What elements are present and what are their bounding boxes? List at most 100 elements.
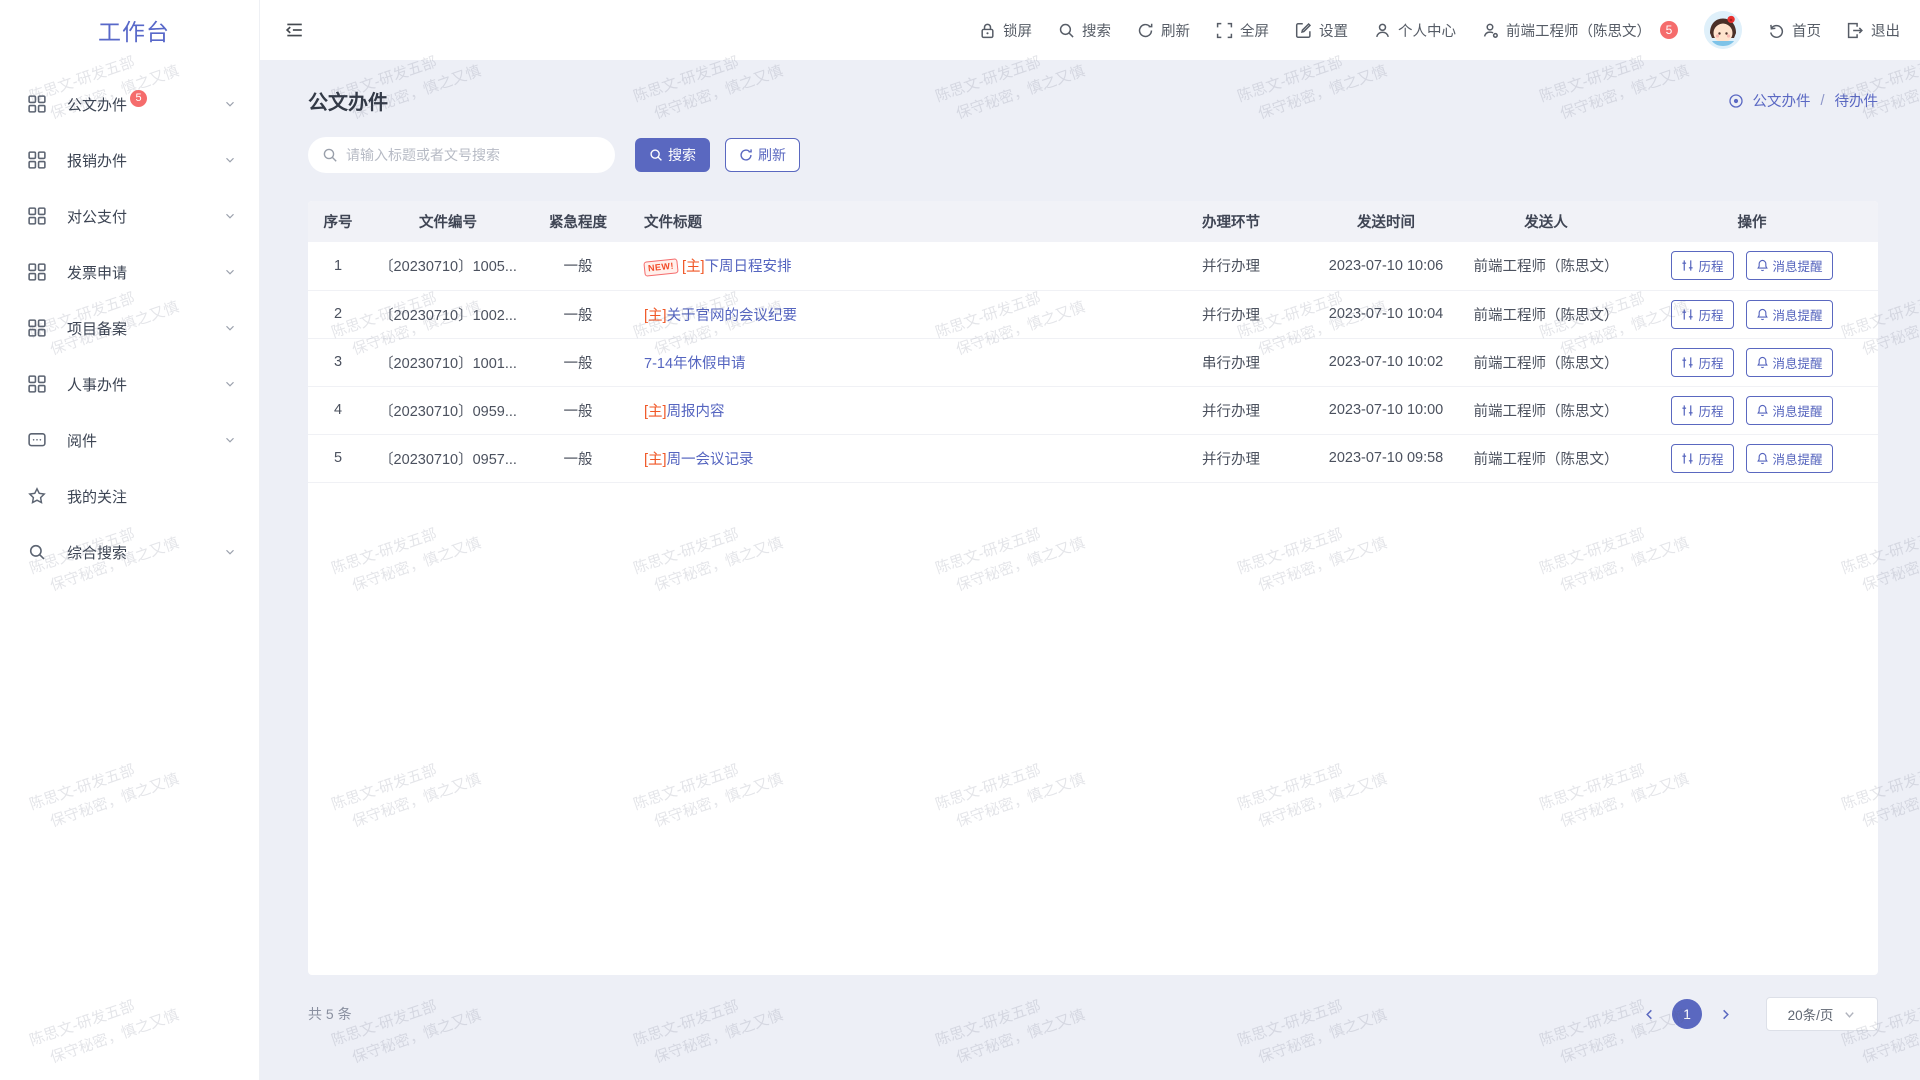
notify-label: 消息提醒 (1773, 305, 1823, 324)
total-count: 共 5 条 (308, 1004, 352, 1024)
fullscreen-button[interactable]: 全屏 (1216, 20, 1269, 41)
sidebar-item-label: 阅件 (67, 430, 97, 451)
search-icon (28, 543, 46, 561)
grid-icon (28, 151, 46, 169)
sidebar-item-yuejian[interactable]: 阅件 (0, 412, 259, 468)
doc-title-text: 下周日程安排 (705, 259, 792, 275)
grid-icon (28, 95, 46, 113)
notify-button[interactable]: 消息提醒 (1746, 348, 1833, 377)
notify-button[interactable]: 消息提醒 (1746, 300, 1833, 329)
doc-title-link[interactable]: 7-14年休假申请 (644, 356, 746, 372)
table-row: 5 〔20230710〕0957... 一般 [主]周一会议记录 并行办理 20… (308, 434, 1878, 482)
user-icon (1374, 22, 1391, 39)
lock-screen-button[interactable]: 锁屏 (979, 20, 1032, 41)
bell-icon (1756, 259, 1769, 272)
cell-sender: 前端工程师（陈思文） (1466, 290, 1626, 338)
doc-title-link[interactable]: [主]周一会议记录 (644, 452, 754, 468)
history-button[interactable]: 历程 (1671, 300, 1733, 329)
prev-page-button[interactable] (1636, 1001, 1662, 1027)
search-button[interactable]: 搜索 (635, 138, 710, 172)
new-badge: NEW! (643, 259, 678, 277)
chevron-down-icon (223, 545, 237, 559)
search-icon (1058, 22, 1075, 39)
sidebar-item-xiangmu[interactable]: 项目备案 (0, 300, 259, 356)
search-button-label: 搜索 (668, 145, 696, 165)
doc-title-text: 周报内容 (667, 404, 725, 420)
search-input[interactable] (308, 137, 615, 173)
settings-button[interactable]: 设置 (1295, 20, 1348, 41)
search-button-topbar[interactable]: 搜索 (1058, 20, 1111, 41)
sidebar-item-label: 人事办件 (67, 374, 127, 395)
doc-tag: [主] (682, 259, 705, 275)
next-page-button[interactable] (1712, 1001, 1738, 1027)
fullscreen-icon (1216, 22, 1233, 39)
doc-title-text: 周一会议记录 (667, 452, 754, 468)
cell-time: 2023-07-10 10:00 (1306, 386, 1466, 434)
sidebar-item-duigong[interactable]: 对公支付 (0, 188, 259, 244)
sidebar: 工作台 公文办件 5 报销办件 对公支付 发票申请 (0, 0, 260, 1080)
doc-title-link[interactable]: NEW![主]下周日程安排 (644, 259, 792, 275)
cell-urgency: 一般 (528, 386, 628, 434)
cell-sender: 前端工程师（陈思文） (1466, 434, 1626, 482)
sidebar-item-label: 项目备案 (67, 318, 127, 339)
comment-icon (28, 431, 46, 449)
back-home-icon (1768, 22, 1785, 39)
lock-icon (979, 22, 996, 39)
settings-icon (1295, 22, 1312, 39)
history-button[interactable]: 历程 (1671, 251, 1733, 280)
home-label: 首页 (1792, 20, 1821, 41)
cell-step: 并行办理 (1156, 386, 1306, 434)
doc-title-text: 关于官网的会议纪要 (667, 308, 798, 324)
notify-button[interactable]: 消息提醒 (1746, 251, 1833, 280)
sidebar-item-label: 报销办件 (67, 150, 127, 171)
refresh-button-topbar[interactable]: 刷新 (1137, 20, 1190, 41)
cell-index: 3 (308, 338, 368, 386)
table-row: 1 〔20230710〕1005... 一般 NEW![主]下周日程安排 并行办… (308, 242, 1878, 290)
sidebar-item-guanzhu[interactable]: 我的关注 (0, 468, 259, 524)
cell-index: 2 (308, 290, 368, 338)
chevron-down-icon (223, 433, 237, 447)
col-title: 文件标题 (628, 201, 1156, 242)
sidebar-item-gongwen[interactable]: 公文办件 5 (0, 76, 259, 132)
bell-icon (1756, 452, 1769, 465)
search-icon (322, 147, 338, 163)
refresh-button[interactable]: 刷新 (725, 138, 800, 172)
doc-tag: [主] (644, 452, 667, 468)
chevron-down-icon (1843, 1008, 1856, 1021)
cell-time: 2023-07-10 10:04 (1306, 290, 1466, 338)
sidebar-item-label: 公文办件 (67, 94, 127, 115)
sidebar-item-sousuo[interactable]: 综合搜索 (0, 524, 259, 580)
logout-icon (1847, 22, 1864, 39)
col-index: 序号 (308, 201, 368, 242)
fullscreen-label: 全屏 (1240, 20, 1269, 41)
cell-step: 并行办理 (1156, 242, 1306, 290)
cell-step: 并行办理 (1156, 290, 1306, 338)
sidebar-item-fapiao[interactable]: 发票申请 (0, 244, 259, 300)
sidebar-item-renshi[interactable]: 人事办件 (0, 356, 259, 412)
avatar[interactable] (1704, 11, 1742, 49)
bell-icon (1756, 404, 1769, 417)
breadcrumb-root[interactable]: 公文办件 (1752, 90, 1810, 111)
table-footer: 共 5 条 1 20条/页 (308, 997, 1878, 1031)
logout-button[interactable]: 退出 (1847, 20, 1900, 41)
history-button[interactable]: 历程 (1671, 444, 1733, 473)
refresh-icon (1137, 22, 1154, 39)
history-button[interactable]: 历程 (1671, 396, 1733, 425)
history-button[interactable]: 历程 (1671, 348, 1733, 377)
col-urgency: 紧急程度 (528, 201, 628, 242)
sidebar-item-baoxiao[interactable]: 报销办件 (0, 132, 259, 188)
home-button[interactable]: 首页 (1768, 20, 1821, 41)
page-size-select[interactable]: 20条/页 (1766, 997, 1878, 1031)
page-number[interactable]: 1 (1672, 999, 1702, 1029)
cell-doc-no: 〔20230710〕1005... (368, 242, 528, 290)
collapse-sidebar-icon[interactable] (284, 20, 304, 40)
current-user[interactable]: 前端工程师（陈思文） 5 (1482, 20, 1678, 41)
notify-button[interactable]: 消息提醒 (1746, 396, 1833, 425)
doc-title-link[interactable]: [主]周报内容 (644, 404, 725, 420)
notify-button[interactable]: 消息提醒 (1746, 444, 1833, 473)
cell-sender: 前端工程师（陈思文） (1466, 386, 1626, 434)
notify-label: 消息提醒 (1773, 353, 1823, 372)
doc-title-link[interactable]: [主]关于官网的会议纪要 (644, 308, 797, 324)
cell-urgency: 一般 (528, 434, 628, 482)
profile-center-button[interactable]: 个人中心 (1374, 20, 1456, 41)
